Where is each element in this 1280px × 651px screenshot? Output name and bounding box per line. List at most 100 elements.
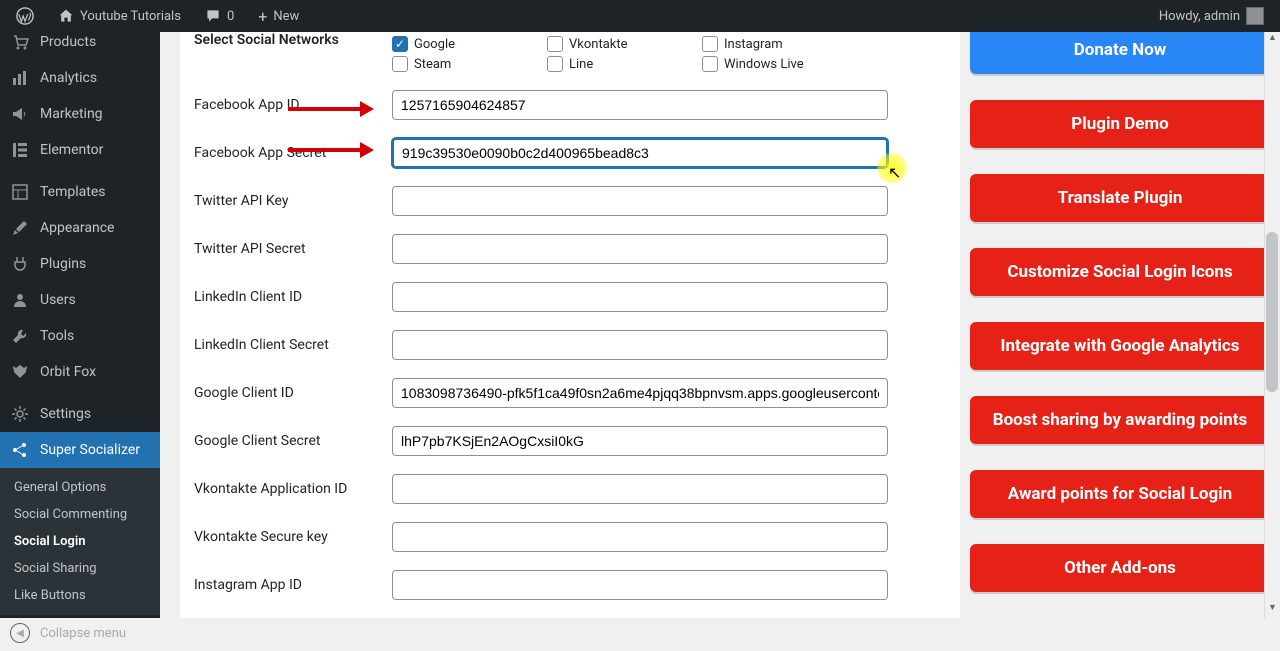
- field-label: LinkedIn Client ID: [192, 289, 392, 305]
- fox-icon: [10, 362, 30, 382]
- sidebar-item-settings[interactable]: Settings: [0, 396, 160, 432]
- avatar: [1246, 7, 1264, 25]
- checkbox-label: Line: [569, 57, 593, 72]
- checkbox-label: Vkontakte: [569, 37, 628, 52]
- promo-integrate-with-google-analytics[interactable]: Integrate with Google Analytics: [970, 322, 1270, 370]
- collapse-label: Collapse menu: [40, 626, 126, 641]
- checkbox-icon: [547, 36, 563, 52]
- field-label: Twitter API Key: [192, 193, 392, 209]
- promo-customize-social-login-icons[interactable]: Customize Social Login Icons: [970, 248, 1270, 296]
- field-label: LinkedIn Client Secret: [192, 337, 392, 353]
- plug-icon: [10, 254, 30, 274]
- checkbox-label: Instagram: [724, 37, 783, 52]
- vkontakte-secure-key-input[interactable]: [392, 522, 888, 552]
- sidebar-item-users[interactable]: Users: [0, 282, 160, 318]
- google-client-id-input[interactable]: [392, 378, 888, 408]
- mega-icon: [10, 104, 30, 124]
- twitter-api-key-input[interactable]: [392, 186, 888, 216]
- template-icon: [10, 182, 30, 202]
- howdy-text: Howdy, admin: [1159, 9, 1240, 24]
- new-label: New: [273, 9, 299, 24]
- sidebar-item-label: Users: [40, 292, 76, 308]
- promo-boost-sharing-by-awarding-points[interactable]: Boost sharing by awarding points: [970, 396, 1270, 444]
- field-label: Vkontakte Secure key: [192, 529, 392, 545]
- field-label: Vkontakte Application ID: [192, 481, 392, 497]
- sidebar-item-marketing[interactable]: Marketing: [0, 96, 160, 132]
- sidebar-item-label: Super Socializer: [40, 442, 140, 458]
- submenu-item-social-commenting[interactable]: Social Commenting: [0, 501, 160, 528]
- submenu-item-general-options[interactable]: General Options: [0, 474, 160, 501]
- site-name: Youtube Tutorials: [80, 9, 181, 24]
- sidebar-item-label: Analytics: [40, 70, 97, 86]
- form-row-instagram-app-secret: Instagram App Secret: [192, 609, 942, 618]
- checkbox-icon: [547, 56, 563, 72]
- scrollbar-thumb[interactable]: [1266, 232, 1278, 392]
- sidebar-item-super-socializer[interactable]: Super Socializer: [0, 432, 160, 468]
- elementor-icon: [10, 140, 30, 160]
- collapse-menu[interactable]: ◀ Collapse menu: [0, 615, 160, 651]
- vertical-scrollbar[interactable]: ▲ ▼: [1264, 32, 1280, 618]
- gear-icon: [10, 404, 30, 424]
- form-row-instagram-app-id: Instagram App ID: [192, 561, 942, 609]
- form-row-twitter-api-secret: Twitter API Secret: [192, 225, 942, 273]
- promo-translate-plugin[interactable]: Translate Plugin: [970, 174, 1270, 222]
- new-content-link[interactable]: + New: [250, 0, 307, 32]
- network-checkbox-steam[interactable]: Steam: [392, 56, 547, 72]
- checkbox-icon: ✓: [392, 36, 408, 52]
- arrow-annotation: [288, 148, 368, 152]
- field-label: Instagram App ID: [192, 577, 392, 593]
- checkbox-label: Google: [414, 37, 455, 52]
- submenu-item-social-login[interactable]: Social Login: [0, 528, 160, 555]
- sidebar-item-label: Elementor: [40, 142, 103, 158]
- form-row-google-client-secret: Google Client Secret: [192, 417, 942, 465]
- form-row-linkedin-client-secret: LinkedIn Client Secret: [192, 321, 942, 369]
- brush-icon: [10, 218, 30, 238]
- sidebar-item-products[interactable]: Products: [0, 24, 160, 60]
- form-row-google-client-id: Google Client ID: [192, 369, 942, 417]
- facebook-app-secret-input[interactable]: [392, 138, 888, 168]
- user-icon: [10, 290, 30, 310]
- sidebar-item-plugins[interactable]: Plugins: [0, 246, 160, 282]
- promo-other-add-ons[interactable]: Other Add-ons: [970, 544, 1270, 592]
- network-checkbox-line[interactable]: Line: [547, 56, 702, 72]
- linkedin-client-id-input[interactable]: [392, 282, 888, 312]
- sidebar-item-elementor[interactable]: Elementor: [0, 132, 160, 168]
- submenu-item-social-sharing[interactable]: Social Sharing: [0, 555, 160, 582]
- google-client-secret-input[interactable]: [392, 426, 888, 456]
- sidebar-item-label: Appearance: [40, 220, 114, 236]
- network-checkbox-google[interactable]: ✓ Google: [392, 36, 547, 52]
- sidebar-item-label: Templates: [40, 184, 106, 200]
- network-checkbox-instagram[interactable]: Instagram: [702, 36, 857, 52]
- sidebar-item-orbit-fox[interactable]: Orbit Fox: [0, 354, 160, 390]
- instagram-app-id-input[interactable]: [392, 570, 888, 600]
- network-checkbox-windows-live[interactable]: Windows Live: [702, 56, 857, 72]
- form-row-linkedin-client-id: LinkedIn Client ID: [192, 273, 942, 321]
- submenu-item-like-buttons[interactable]: Like Buttons: [0, 582, 160, 609]
- arrow-annotation: [288, 107, 368, 111]
- collapse-icon: ◀: [10, 623, 30, 643]
- promo-donate-now[interactable]: Donate Now: [970, 32, 1270, 74]
- user-menu[interactable]: Howdy, admin: [1159, 7, 1272, 25]
- sidebar-item-label: Marketing: [40, 106, 103, 122]
- field-label: Twitter API Secret: [192, 241, 392, 257]
- sidebar-item-tools[interactable]: Tools: [0, 318, 160, 354]
- network-checkbox-vkontakte[interactable]: Vkontakte: [547, 36, 702, 52]
- promo-plugin-demo[interactable]: Plugin Demo: [970, 100, 1270, 148]
- sidebar-item-templates[interactable]: Templates: [0, 174, 160, 210]
- select-networks-label: Select Social Networks: [192, 32, 392, 48]
- admin-sidebar: ProductsAnalyticsMarketingElementorTempl…: [0, 32, 160, 618]
- linkedin-client-secret-input[interactable]: [392, 330, 888, 360]
- form-row-twitter-api-key: Twitter API Key: [192, 177, 942, 225]
- chart-icon: [10, 68, 30, 88]
- sidebar-item-analytics[interactable]: Analytics: [0, 60, 160, 96]
- checkbox-icon: [702, 36, 718, 52]
- settings-form: Select Social Networks ✓Facebook✓GoogleS…: [180, 32, 960, 618]
- sidebar-item-appearance[interactable]: Appearance: [0, 210, 160, 246]
- checkbox-icon: [702, 56, 718, 72]
- comments-link[interactable]: 0: [197, 0, 242, 32]
- facebook-app-id-input[interactable]: [392, 90, 888, 120]
- twitter-api-secret-input[interactable]: [392, 234, 888, 264]
- cart-icon: [10, 32, 30, 52]
- promo-award-points-for-social-login[interactable]: Award points for Social Login: [970, 470, 1270, 518]
- vkontakte-application-id-input[interactable]: [392, 474, 888, 504]
